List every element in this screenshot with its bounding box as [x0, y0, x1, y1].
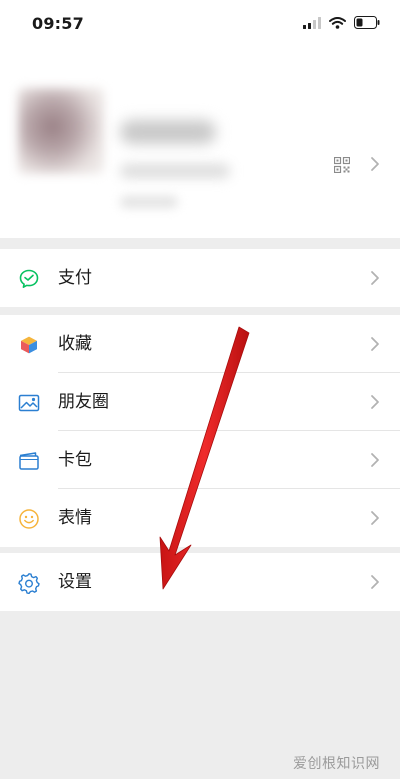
gear-icon	[18, 573, 40, 594]
menu-item-stickers[interactable]: 表情	[0, 489, 400, 547]
chevron-right-icon	[371, 157, 379, 171]
cards-wallet-icon	[19, 452, 39, 470]
menu-item-moments[interactable]: 朋友圈	[0, 373, 400, 431]
battery-icon	[354, 16, 380, 29]
wifi-icon	[329, 16, 346, 29]
status-time: 09:57	[32, 14, 84, 33]
chevron-right-icon	[371, 337, 379, 351]
menu-item-stickers-label: 表情	[58, 508, 92, 528]
menu-item-pay-label: 支付	[58, 268, 92, 288]
pay-icon	[19, 269, 39, 288]
chevron-right-icon	[371, 271, 379, 285]
menu-group-main: 收藏 朋友圈 卡包 表情	[0, 315, 400, 547]
menu-item-settings[interactable]: 设置	[0, 553, 400, 611]
blurred-nickname	[120, 120, 216, 144]
menu-group-pay: 支付	[0, 249, 400, 307]
menu-item-cards-label: 卡包	[58, 450, 92, 470]
blurred-account-id	[120, 164, 230, 178]
menu-item-settings-label: 设置	[58, 572, 92, 592]
menu-item-cards[interactable]: 卡包	[0, 431, 400, 489]
profile-header[interactable]	[0, 48, 400, 238]
watermark: 爱创根知识网	[293, 756, 380, 772]
status-bar: 09:57	[0, 0, 400, 48]
moments-image-icon	[18, 394, 40, 412]
status-icons	[303, 16, 380, 29]
menu-item-favorites[interactable]: 收藏	[0, 315, 400, 373]
sticker-smiley-icon	[19, 509, 39, 529]
favorites-cube-icon	[20, 335, 38, 355]
qr-code-icon[interactable]	[334, 157, 350, 173]
avatar[interactable]	[18, 88, 104, 174]
menu-item-moments-label: 朋友圈	[58, 392, 109, 412]
chevron-right-icon	[371, 511, 379, 525]
chevron-right-icon	[371, 395, 379, 409]
chevron-right-icon	[371, 575, 379, 589]
menu-item-favorites-label: 收藏	[58, 334, 92, 354]
cellular-signal-icon	[303, 16, 321, 29]
chevron-right-icon	[371, 453, 379, 467]
menu-group-settings: 设置	[0, 553, 400, 611]
blurred-status	[120, 196, 178, 208]
menu-item-pay[interactable]: 支付	[0, 249, 400, 307]
